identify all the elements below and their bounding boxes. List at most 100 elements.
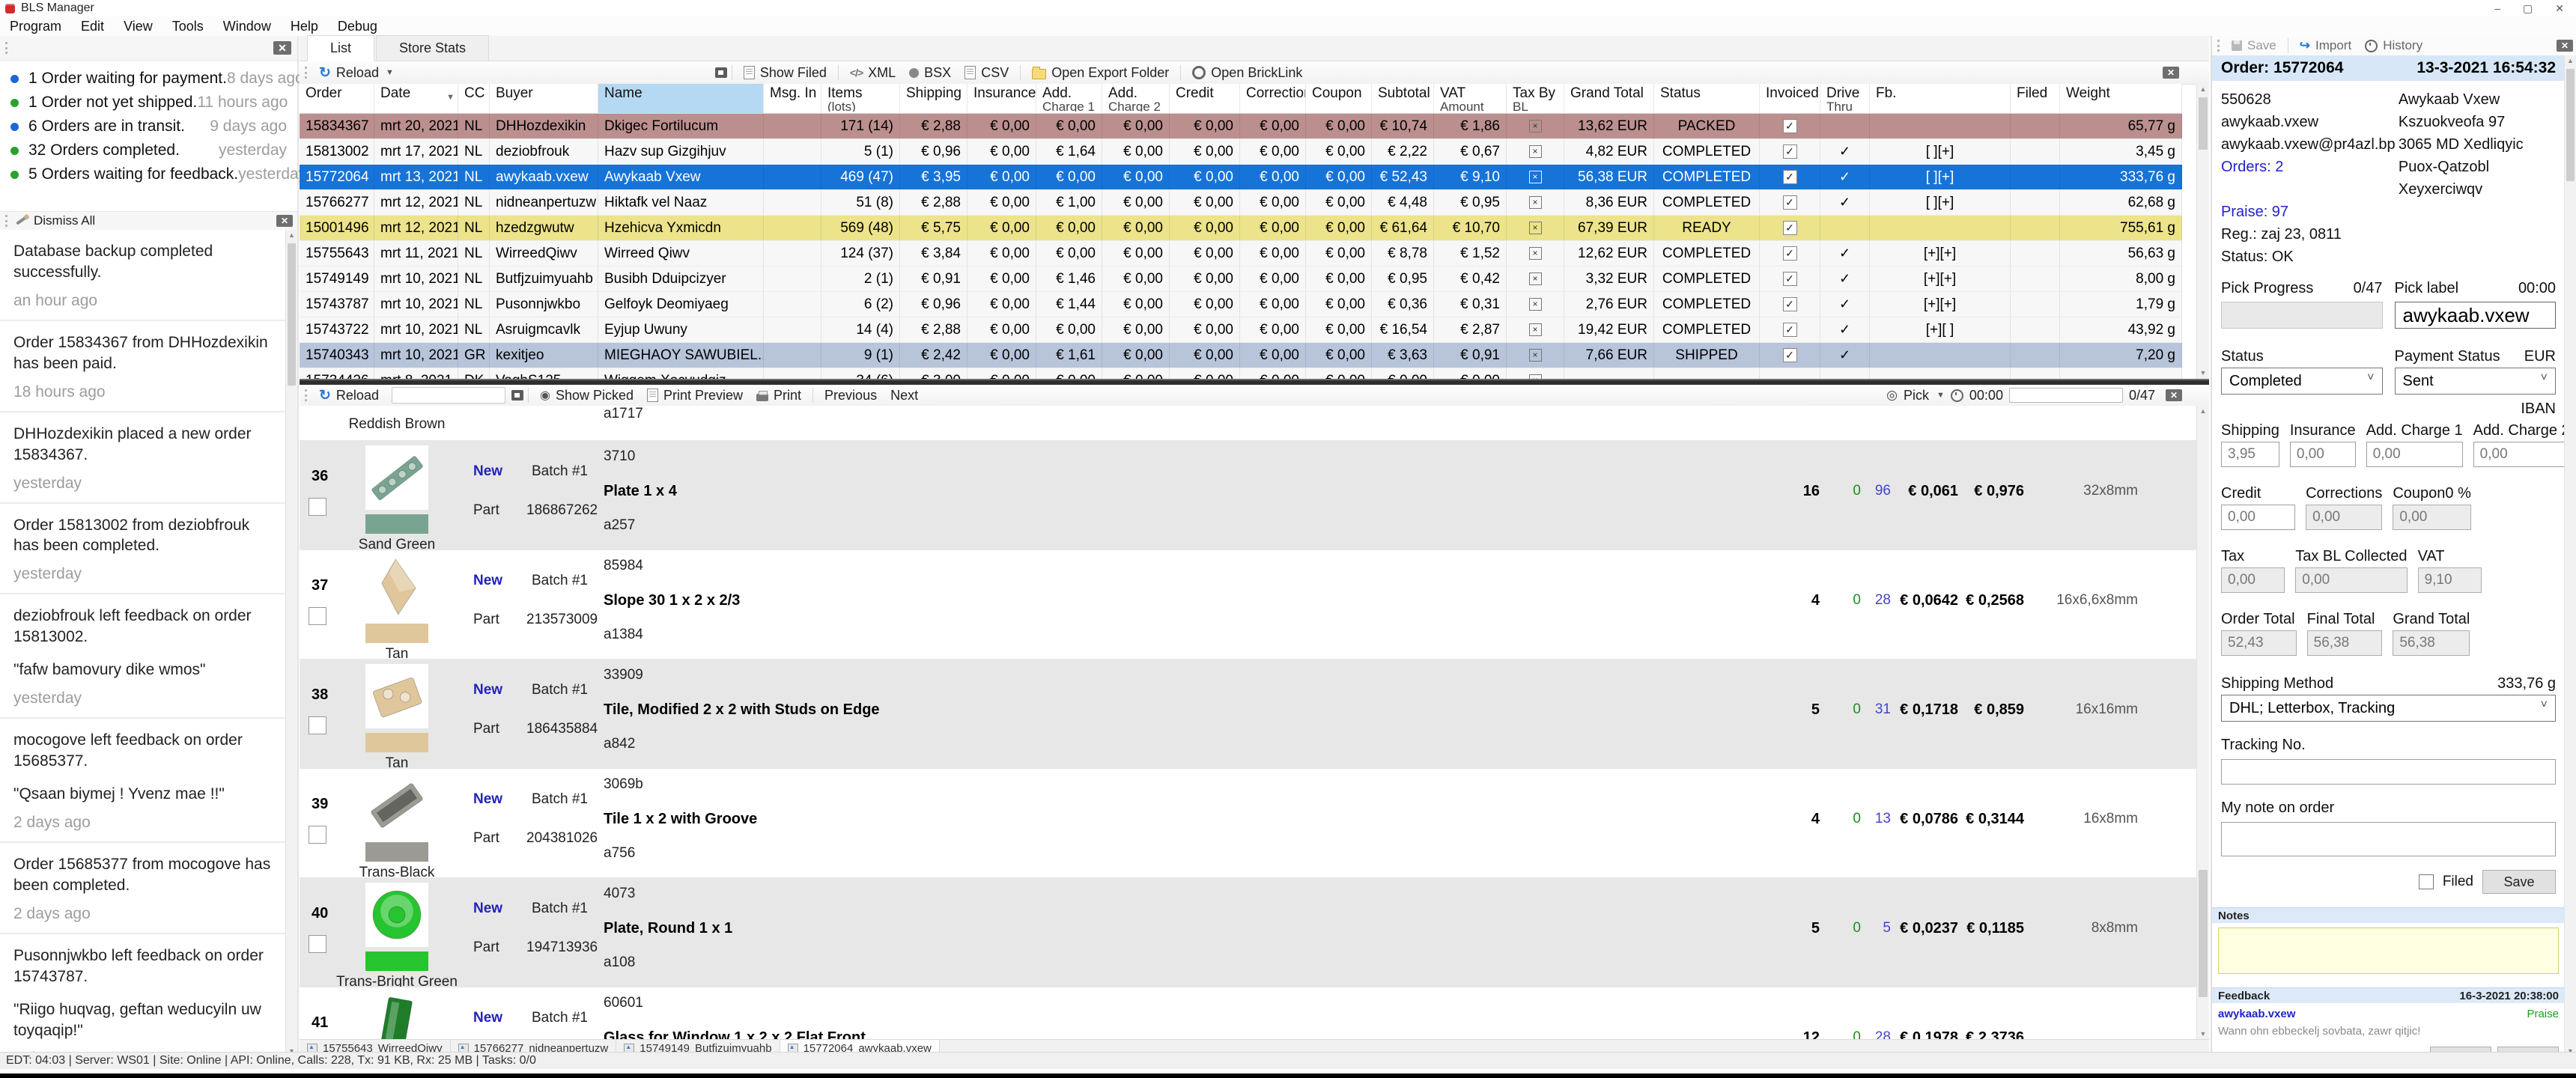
column-header-date[interactable]: Date▼ [374,84,458,113]
notes-textarea[interactable] [2218,928,2559,974]
close-icon[interactable]: ✕ [2166,389,2182,401]
picker-item[interactable]: 36Sand GreenNewPartBatch #11868672623710… [300,441,2209,550]
open-export-folder-button[interactable]: Open Export Folder [1025,65,1176,81]
scroll-up-icon[interactable]: ▲ [2197,406,2209,417]
invoiced-checkbox[interactable]: ✓ [1783,323,1797,337]
close-icon[interactable]: ✕ [2163,67,2179,79]
scroll-thumb[interactable] [288,243,296,386]
picker-item[interactable]: 39Trans-BlackNewPartBatch #1204381026306… [300,769,2209,878]
pick-label-input[interactable]: awykaab.vxew [2395,302,2557,329]
detail-save-button[interactable]: Save [2482,870,2556,894]
invoiced-checkbox[interactable]: ✓ [1783,348,1797,362]
column-header-items[interactable]: Items(lots) [821,84,900,113]
column-header-taxby[interactable]: Tax ByBL [1507,84,1564,113]
open-bricklink-button[interactable]: Open BrickLink [1185,65,1309,81]
order-note-textarea[interactable] [2221,822,2556,856]
buyer-praise-link[interactable]: Praise: 97 [2221,201,2399,223]
scroll-up-icon[interactable]: ▲ [2197,84,2209,95]
export-xml-button[interactable]: </> XML [843,65,902,81]
picker-item[interactable]: 41Trans-GreenNewPartBatch #1191063006606… [300,987,2209,1040]
item-checkbox[interactable] [309,498,326,516]
column-header-coupon[interactable]: Coupon [1306,84,1372,113]
order-row[interactable]: 15749149mrt 10, 2021NLButfjzuimyuahbBusi… [300,267,2182,292]
reload-button[interactable]: ↻ Reload ▼ [312,64,401,82]
close-icon[interactable]: ✕ [276,215,293,227]
order-row[interactable]: 15740343mrt 10, 2021GRkexitjeoMIEGHAOY S… [300,343,2182,368]
picker-item[interactable]: 40Trans-Bright GreenNewPartBatch #119471… [300,878,2209,987]
drag-grip[interactable] [305,67,307,79]
previous-button[interactable]: Previous [818,388,884,404]
column-header-add2[interactable]: Add.Charge 2 [1102,84,1170,113]
column-header-status[interactable]: Status [1654,84,1760,113]
scroll-thumb[interactable] [2566,69,2575,181]
invoiced-checkbox[interactable]: ✓ [1783,272,1797,286]
notification-item[interactable]: 32 Orders completed.yesterday [10,138,287,162]
column-header-drive[interactable]: DriveThru [1820,84,1870,113]
order-row[interactable]: 15772064mrt 13, 2021NLawykaab.vxewAwykaa… [300,165,2182,190]
order-row[interactable]: 15813002mrt 17, 2021NLdeziobfroukHazv su… [300,139,2182,165]
menu-item-program[interactable]: Program [0,19,71,34]
status-select[interactable]: Completed [2221,368,2383,395]
barcode-icon[interactable] [511,390,523,401]
menu-item-view[interactable]: View [114,19,162,34]
column-header-msg[interactable]: Msg. In [764,84,821,113]
feed-item[interactable]: Database backup completed successfully.a… [0,230,286,321]
column-header-credit[interactable]: Credit [1170,84,1240,113]
payment-status-select[interactable]: Sent [2395,368,2557,395]
scroll-up-icon[interactable]: ▲ [286,230,297,241]
filed-checkbox[interactable] [2419,874,2434,889]
scroll-up-icon[interactable]: ▲ [2565,55,2576,67]
insurance-input[interactable]: 0,00 [2290,442,2356,467]
scroll-down-icon[interactable]: ▼ [2197,368,2209,379]
detail-scrollbar[interactable]: ▲ ▼ [2564,55,2576,1057]
credit-input[interactable]: 0,00 [2221,505,2295,530]
column-header-corrections[interactable]: Corrections [1240,84,1306,113]
menu-item-help[interactable]: Help [281,19,328,34]
invoiced-checkbox[interactable]: ✓ [1783,195,1797,210]
column-header-buyer[interactable]: Buyer [490,84,598,113]
item-checkbox[interactable] [309,607,326,625]
close-button[interactable]: ✕ [2555,2,2564,15]
tracking-input[interactable] [2221,759,2556,785]
sort-arrow-icon[interactable]: ▼ [446,90,455,105]
column-header-add1[interactable]: Add.Charge 1 [1036,84,1102,113]
picker-item[interactable]: 37TanNewPartBatch #121357300985984Slope … [300,550,2209,660]
feed-item[interactable]: mocogove left feedback on order 15685377… [0,719,286,843]
shipping-input[interactable]: 3,95 [2221,442,2279,467]
feed-item[interactable]: deziobfrouk left feedback on order 15813… [0,594,286,719]
order-row[interactable]: 15755643mrt 11, 2021NLWirreedQiwvWirreed… [300,241,2182,267]
column-header-vat[interactable]: VATAmount [1434,84,1507,113]
notification-item[interactable]: 5 Orders waiting for feedback.yesterday [10,162,287,186]
column-header-subtotal[interactable]: Subtotal [1372,84,1434,113]
buyer-orders-link[interactable]: Orders: 2 [2221,156,2399,178]
drag-grip[interactable] [5,42,7,54]
history-button[interactable]: History [2358,38,2429,53]
invoiced-checkbox[interactable]: ✓ [1783,246,1797,261]
item-checkbox[interactable] [309,935,326,953]
notification-item[interactable]: 1 Order not yet shipped.11 hours ago [10,91,287,115]
print-preview-button[interactable]: Print Preview [640,388,750,404]
feedback-user[interactable]: awykaab.vxew [2218,1008,2295,1020]
scroll-thumb[interactable] [2199,870,2208,997]
invoiced-checkbox[interactable]: ✓ [1783,144,1797,159]
show-picked-button[interactable]: ◉ Show Picked [533,388,640,404]
close-icon[interactable]: ✕ [2557,40,2573,52]
invoiced-checkbox[interactable]: ✓ [1783,297,1797,311]
minimize-button[interactable]: – [2494,2,2500,14]
feed-item[interactable]: DHHozdexikin placed a new order 15834367… [0,412,286,504]
menu-item-window[interactable]: Window [213,19,281,34]
invoiced-checkbox[interactable]: ✓ [1783,170,1797,184]
order-row[interactable]: 15743722mrt 10, 2021NLAsruigmcavlkEyjup … [300,317,2182,343]
item-checkbox[interactable] [309,826,326,844]
dismiss-all-button[interactable]: Dismiss All [34,213,95,228]
order-row[interactable]: 15734426mrt 8, 2021DKVaghS125Wiggem Xocv… [300,368,2182,379]
print-button[interactable]: Print [750,388,808,404]
filter-icon[interactable] [715,67,727,78]
column-header-name[interactable]: Name [598,84,764,113]
tab-list[interactable]: List [307,35,374,61]
item-checkbox[interactable] [309,716,326,734]
feed-scrollbar[interactable]: ▲ ▼ [285,230,297,1057]
order-row[interactable]: 15001496mrt 12, 2021NLhzedzgwutwHzehicva… [300,216,2182,241]
picker-item[interactable]: 38TanNewPartBatch #118643588433909Tile, … [300,660,2209,769]
shipping-method-select[interactable]: DHL; Letterbox, Tracking [2221,695,2556,722]
